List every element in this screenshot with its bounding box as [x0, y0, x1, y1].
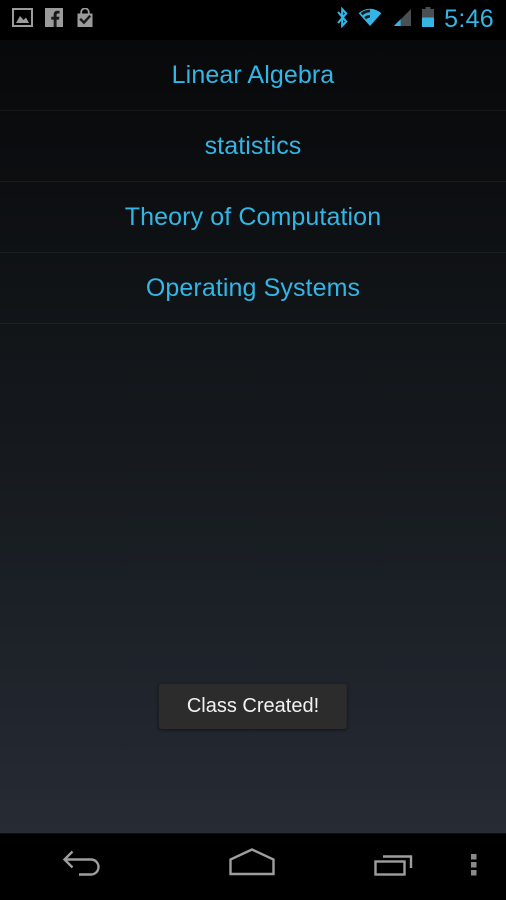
class-list-item-label: statistics — [204, 131, 302, 160]
class-list-item-theory-of-computation[interactable]: Theory of Computation — [0, 182, 506, 253]
toast-message: Class Created! — [186, 695, 320, 717]
class-list-item-label: Operating Systems — [145, 273, 361, 302]
nav-bar-top-divider — [0, 833, 506, 834]
main-content: Linear Algebra statistics Theory of Comp… — [0, 40, 506, 833]
status-bar-notifications — [0, 7, 95, 33]
cellular-signal-icon — [391, 8, 412, 32]
play-store-bag-check-icon — [75, 7, 95, 33]
class-list-item-operating-systems[interactable]: Operating Systems — [0, 253, 506, 324]
class-list-item-label: Theory of Computation — [124, 202, 382, 231]
wifi-icon — [358, 8, 382, 32]
home-button[interactable] — [168, 833, 336, 900]
back-button[interactable] — [0, 833, 168, 900]
recents-button[interactable] — [336, 833, 456, 900]
class-list-item-linear-algebra[interactable]: Linear Algebra — [0, 40, 506, 111]
facebook-icon — [45, 8, 63, 32]
status-bar-indicators: 5:46 — [336, 4, 506, 34]
more-options-dots-icon — [469, 847, 479, 886]
home-icon — [227, 847, 277, 886]
class-list-item-label: Linear Algebra — [171, 60, 335, 89]
back-arrow-icon — [58, 847, 110, 886]
toast-notification: Class Created! — [158, 684, 348, 729]
class-list: Linear Algebra statistics Theory of Comp… — [0, 40, 506, 324]
class-list-item-statistics[interactable]: statistics — [0, 111, 506, 182]
status-bar-clock: 5:46 — [444, 4, 494, 33]
overflow-menu-button[interactable] — [456, 833, 506, 900]
photo-icon — [12, 8, 33, 32]
battery-icon — [421, 7, 435, 33]
phone-screen: 5:46 Linear Algebra statistics Theory of… — [0, 0, 506, 900]
status-bar: 5:46 — [0, 0, 506, 40]
navigation-bar — [0, 833, 506, 900]
bluetooth-icon — [336, 6, 349, 33]
recents-icon — [370, 847, 422, 886]
